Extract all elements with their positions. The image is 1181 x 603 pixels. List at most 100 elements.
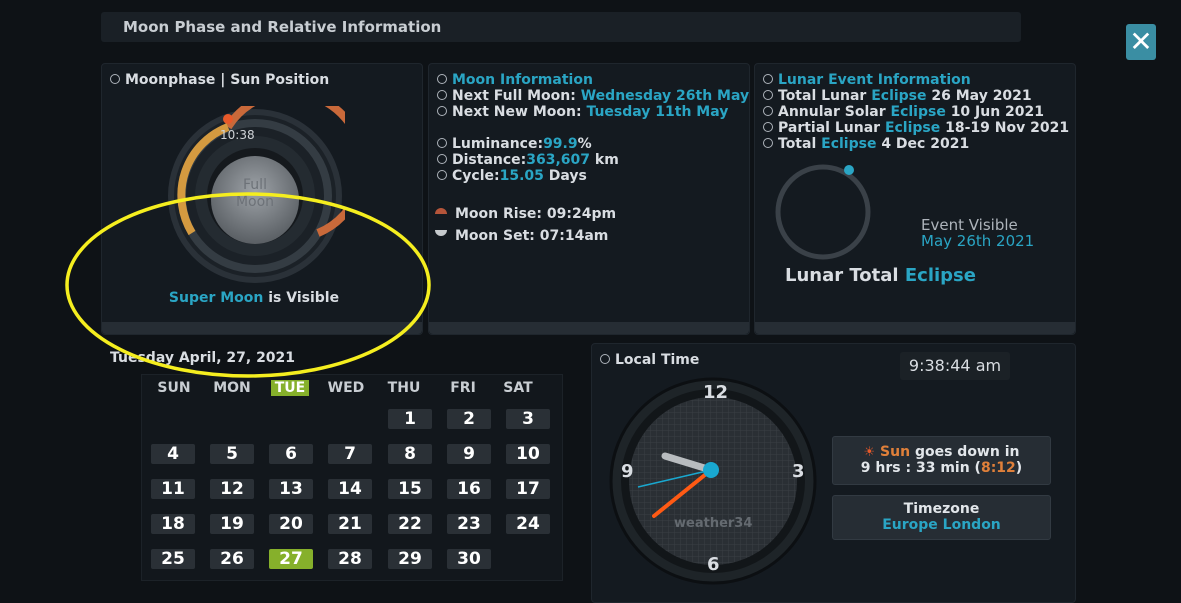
sun-word: Sun bbox=[880, 444, 911, 460]
title-bar: Moon Phase and Relative Information bbox=[101, 12, 1021, 42]
calendar-day[interactable]: 11 bbox=[151, 479, 195, 499]
weekday-mon: MON bbox=[207, 380, 257, 396]
weekday-wed: WED bbox=[321, 380, 371, 396]
lunar-event-panel: Lunar Event Information Total Lunar Ecli… bbox=[754, 63, 1076, 335]
sun-marker-icon bbox=[223, 114, 233, 124]
calendar-day[interactable]: 4 bbox=[151, 444, 195, 464]
info-icon bbox=[763, 138, 773, 148]
info-icon bbox=[437, 138, 447, 148]
calendar-day[interactable]: 15 bbox=[388, 479, 432, 499]
event-date: 4 Dec 2021 bbox=[881, 136, 970, 152]
lunar-total-label: Lunar Total bbox=[785, 265, 899, 286]
clock-brand: weather34 bbox=[674, 516, 753, 531]
calendar-day[interactable]: 14 bbox=[328, 479, 372, 499]
clock-center-cap bbox=[703, 462, 719, 478]
calendar-day[interactable]: 8 bbox=[388, 444, 432, 464]
calendar-day[interactable]: 21 bbox=[328, 514, 372, 534]
sunset-icon: ☀ bbox=[863, 445, 876, 460]
calendar-day[interactable]: 24 bbox=[506, 514, 550, 534]
calendar-day[interactable]: 18 bbox=[151, 514, 195, 534]
calendar-day[interactable]: 5 bbox=[210, 444, 254, 464]
calendar-day[interactable]: 26 bbox=[210, 549, 254, 569]
event-date: 26 May 2021 bbox=[931, 88, 1032, 104]
luminance-label: Luminance: bbox=[452, 136, 544, 152]
sunset-time: 8:12 bbox=[980, 460, 1016, 476]
page-title: Moon Phase and Relative Information bbox=[123, 18, 442, 36]
calendar-day[interactable]: 19 bbox=[210, 514, 254, 534]
distance-unit: km bbox=[594, 152, 619, 168]
calendar-day[interactable]: 2 bbox=[447, 409, 491, 429]
next-full-label: Next Full Moon: bbox=[452, 88, 576, 104]
phase-line-1: Full bbox=[243, 177, 267, 193]
event-eclipse: Eclipse bbox=[871, 88, 927, 104]
calendar-day[interactable]: 1 bbox=[388, 409, 432, 429]
calendar-day[interactable]: 12 bbox=[210, 479, 254, 499]
panel-footer bbox=[429, 322, 749, 334]
clock-numeral-3: 3 bbox=[792, 461, 805, 482]
cycle-label: Cycle: bbox=[452, 168, 500, 184]
sun-countdown: 9 hrs : 33 min ( bbox=[860, 460, 981, 476]
event-date: 18-19 Nov 2021 bbox=[945, 120, 1070, 136]
calendar-day[interactable]: 16 bbox=[447, 479, 491, 499]
moonphase-header-text: Moonphase | Sun Position bbox=[125, 72, 330, 88]
lunar-event-row: Annular Solar Eclipse 10 Jun 2021 bbox=[763, 104, 1069, 120]
event-type: Total Lunar bbox=[778, 88, 867, 104]
sun-close-paren: ) bbox=[1015, 460, 1023, 476]
moon-set-text: Moon Set: 07:14am bbox=[455, 228, 609, 244]
calendar-day[interactable]: 9 bbox=[447, 444, 491, 464]
calendar-day-today[interactable]: 27 bbox=[269, 549, 313, 569]
info-icon bbox=[763, 74, 773, 84]
calendar-day[interactable]: 25 bbox=[151, 549, 195, 569]
moon-info-header: Moon Information bbox=[452, 72, 593, 88]
event-eclipse: Eclipse bbox=[821, 136, 877, 152]
calendar-day[interactable]: 3 bbox=[506, 409, 550, 429]
calendar-day[interactable]: 22 bbox=[388, 514, 432, 534]
calendar-day[interactable]: 20 bbox=[269, 514, 313, 534]
calendar-day[interactable]: 13 bbox=[269, 479, 313, 499]
event-type: Partial Lunar bbox=[778, 120, 881, 136]
moon-info-list: Moon Information Next Full Moon: Wednesd… bbox=[437, 72, 749, 184]
weekday-tue: TUE bbox=[265, 380, 315, 396]
info-icon bbox=[437, 90, 447, 100]
event-eclipse: Eclipse bbox=[884, 120, 941, 136]
event-type: Annular Solar bbox=[778, 104, 886, 120]
info-icon bbox=[763, 90, 773, 100]
sun-rest: goes down in bbox=[914, 444, 1020, 460]
moon-rise-row: Moon Rise: 09:24pm bbox=[435, 206, 616, 222]
moonset-icon bbox=[435, 230, 447, 236]
local-time-header: Local Time bbox=[600, 352, 699, 368]
local-time-header-text: Local Time bbox=[615, 352, 700, 368]
timezone-value: Europe London bbox=[882, 517, 1001, 533]
calendar-day[interactable]: 29 bbox=[388, 549, 432, 569]
calendar-day[interactable]: 10 bbox=[506, 444, 550, 464]
calendar-day[interactable]: 23 bbox=[447, 514, 491, 534]
calendar-day[interactable]: 7 bbox=[328, 444, 372, 464]
weekday-sat: SAT bbox=[493, 380, 543, 396]
moonphase-panel: Moonphase | Sun Position 10:38 Full Moon… bbox=[101, 63, 423, 335]
calendar-day[interactable]: 17 bbox=[506, 479, 550, 499]
supermoon-status: Super Moon is Visible bbox=[102, 290, 406, 306]
supermoon-label: Super Moon bbox=[168, 290, 264, 306]
lunar-event-header: Lunar Event Information bbox=[778, 72, 971, 88]
weekday-fri: FRI bbox=[438, 380, 488, 396]
weekday-label: SAT bbox=[503, 380, 533, 396]
lunar-event-row: Partial Lunar Eclipse 18-19 Nov 2021 bbox=[763, 120, 1069, 136]
timezone-info-box: Timezone Europe London bbox=[832, 495, 1051, 540]
luminance-value: 99.9 bbox=[543, 136, 578, 152]
info-icon bbox=[110, 74, 120, 84]
sunset-info-box: ☀ Sun goes down in 9 hrs : 33 min (8:12) bbox=[832, 436, 1051, 485]
eclipse-ring-icon bbox=[775, 164, 871, 260]
weekday-label: SUN bbox=[157, 380, 191, 396]
calendar-day[interactable]: 6 bbox=[269, 444, 313, 464]
event-type: Total bbox=[778, 136, 817, 152]
calendar-day[interactable]: 30 bbox=[447, 549, 491, 569]
phase-line-2: Moon bbox=[235, 194, 275, 210]
lunar-event-row: Total Eclipse 4 Dec 2021 bbox=[763, 136, 1069, 152]
weekday-label: TUE bbox=[270, 380, 310, 396]
weekday-label: FRI bbox=[450, 380, 476, 396]
clock-numeral-12: 12 bbox=[703, 382, 729, 403]
lunar-total-eclipse: Eclipse bbox=[904, 265, 976, 286]
distance-label: Distance: bbox=[452, 152, 527, 168]
close-button[interactable]: ✕ bbox=[1126, 24, 1156, 60]
calendar-day[interactable]: 28 bbox=[328, 549, 372, 569]
